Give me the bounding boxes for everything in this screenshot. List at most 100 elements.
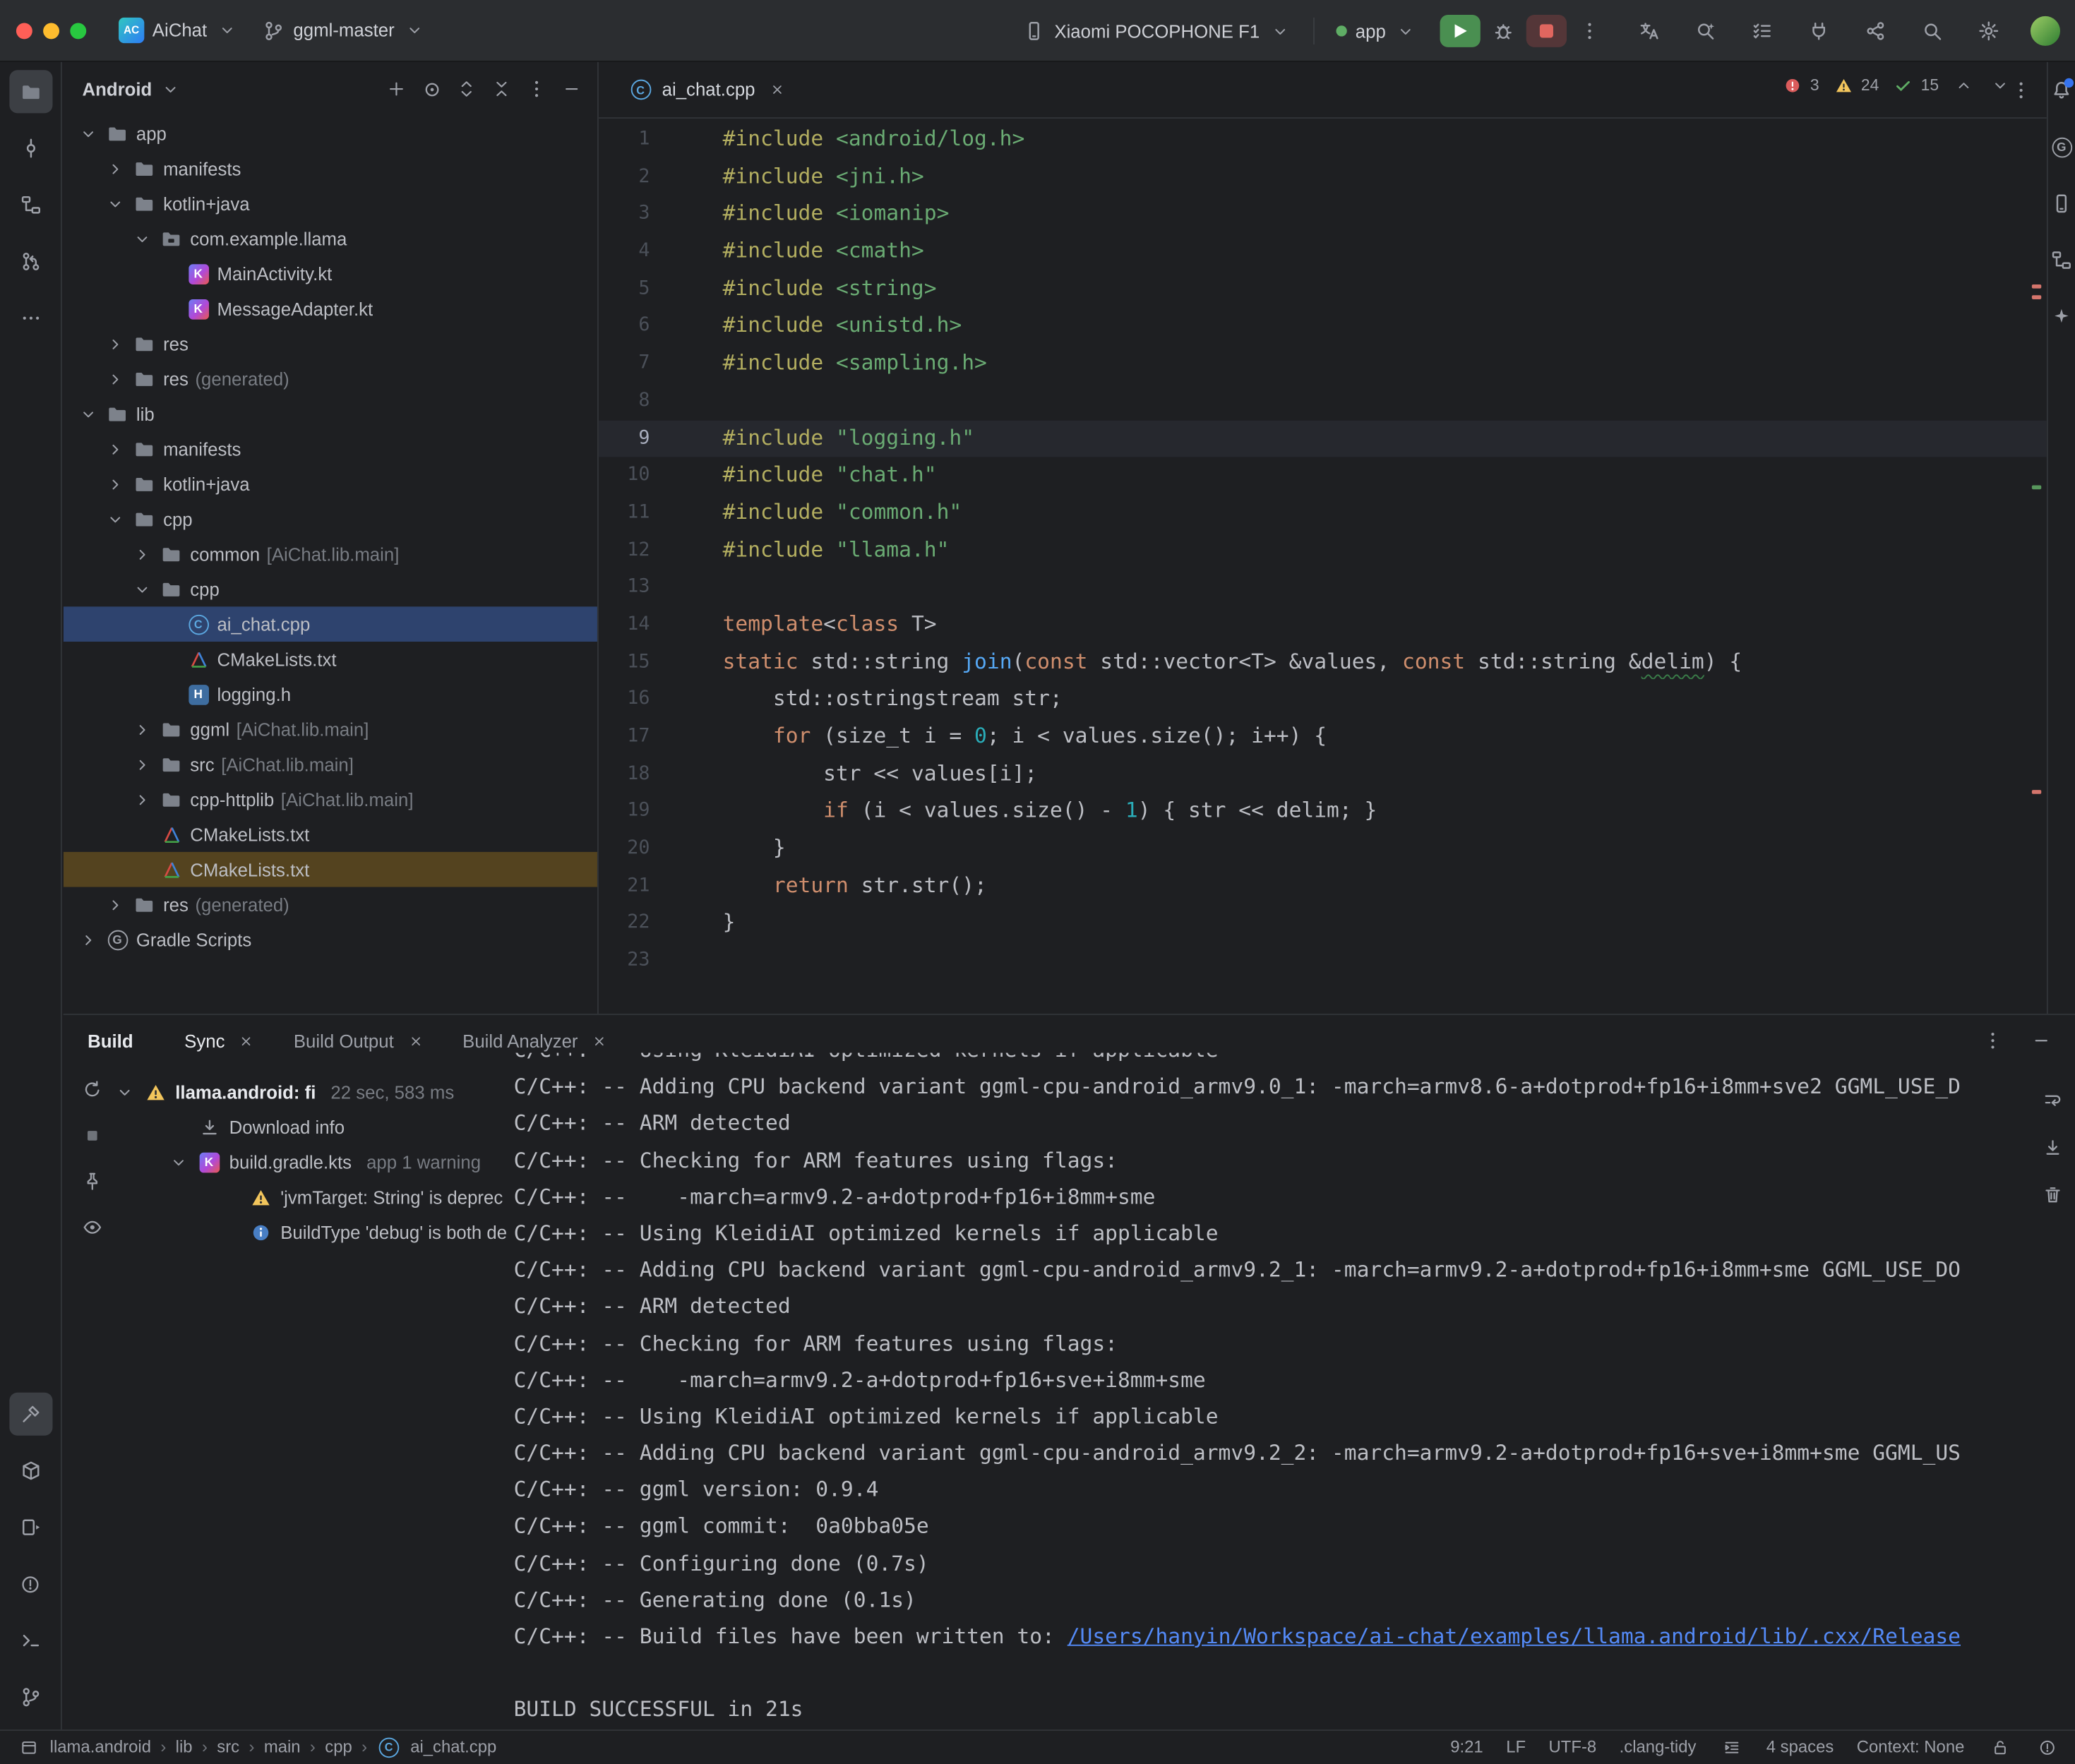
project-tree-item[interactable]: kotlin+java [64,467,597,502]
plugins-icon[interactable] [1802,15,1835,47]
user-avatar-icon[interactable] [2029,15,2062,47]
soft-wrap-icon[interactable] [2038,1085,2067,1115]
project-tree-item[interactable]: GGradle Scripts [64,922,597,957]
sync-tree-item[interactable]: Kbuild.gradle.ktsapp 1 warning [114,1144,510,1180]
pin-tab-icon[interactable] [77,1166,107,1196]
code-line[interactable]: 1#include <android/log.h> [599,121,2047,159]
code-line[interactable]: 18 str << values[i]; [599,756,2047,793]
chevron-right-icon[interactable] [104,438,126,460]
previous-problem-icon[interactable] [1951,73,1975,97]
indent-config-icon[interactable] [1719,1735,1743,1759]
code-line[interactable]: 3#include <iomanip> [599,196,2047,234]
project-tree-item[interactable]: lib [64,396,597,431]
more-run-options-icon[interactable] [1577,19,1601,43]
line-number[interactable]: 7 [599,345,650,383]
line-number[interactable]: 16 [599,681,650,719]
line-number[interactable]: 14 [599,606,650,644]
line-number[interactable]: 3 [599,196,650,234]
build-options-icon[interactable] [1978,1026,2008,1055]
code-line[interactable]: 21 return str.str(); [599,868,2047,905]
caret-position[interactable]: 9:21 [1450,1738,1483,1757]
line-number[interactable]: 19 [599,793,650,831]
clear-all-icon[interactable] [2038,1180,2067,1209]
close-tab-icon[interactable] [587,1028,611,1052]
packages-icon[interactable] [8,1449,52,1492]
code-line[interactable]: 23 [599,942,2047,980]
version-control-icon[interactable] [8,1676,52,1719]
line-number[interactable]: 15 [599,644,650,681]
code-line[interactable]: 4#include <cmath> [599,233,2047,270]
translate-icon[interactable] [1633,15,1666,47]
error-stripe[interactable] [2032,284,2041,289]
code-line[interactable]: 16 std::ostringstream str; [599,681,2047,719]
chevron-down-icon[interactable] [169,1152,189,1172]
device-selector[interactable]: Xiaomi POCOPHONE F1 [1011,13,1303,49]
line-number[interactable]: 13 [599,569,650,606]
line-number[interactable]: 17 [599,719,650,756]
stop-sync-icon[interactable] [77,1120,107,1150]
project-tree-item[interactable]: KMessageAdapter.kt [64,291,597,326]
chevron-right-icon[interactable] [104,473,126,495]
code-line[interactable]: 15static std::string join(const std::vec… [599,644,2047,681]
breadcrumb-item[interactable]: llama.android [50,1738,151,1757]
line-number[interactable]: 5 [599,270,650,308]
build-tab-sync[interactable]: Sync [171,1022,272,1060]
add-icon[interactable] [381,74,411,104]
project-tree-item[interactable]: Cai_chat.cpp [64,606,597,642]
inspections-widget[interactable]: 3 24 15 [1781,73,2011,97]
status-indicator-icon[interactable] [2035,1735,2059,1759]
chevron-right-icon[interactable] [104,157,126,179]
project-tree-item[interactable]: cpp [64,501,597,536]
line-number[interactable]: 2 [599,159,650,196]
more-tool-windows-icon[interactable] [8,296,52,340]
run-button[interactable] [1440,15,1480,47]
close-tab-icon[interactable] [403,1028,427,1052]
running-devices-icon[interactable] [8,1506,52,1549]
change-stripe[interactable] [2032,485,2041,489]
file-encoding[interactable]: UTF-8 [1549,1738,1597,1757]
warnings-summary[interactable]: 24 [1831,73,1879,97]
line-number[interactable]: 11 [599,495,650,532]
chevron-down-icon[interactable] [77,123,99,145]
zoom-window-button[interactable] [70,23,86,39]
vcs-branch-selector[interactable]: ggml-master [250,13,437,48]
chevron-down-icon[interactable] [114,1082,135,1103]
line-number[interactable]: 18 [599,756,650,793]
code-line[interactable]: 6#include <unistd.h> [599,308,2047,345]
commit-icon[interactable] [8,127,52,170]
locate-file-icon[interactable] [417,74,446,104]
code-line[interactable]: 19 if (i < values.size() - 1) { str << d… [599,793,2047,831]
code-line[interactable]: 5#include <string> [599,270,2047,308]
project-view-mode[interactable]: Android [82,79,152,100]
line-separator[interactable]: LF [1506,1738,1526,1757]
run-configuration-selector[interactable]: app [1326,13,1429,49]
passed-summary[interactable]: 15 [1891,73,1939,97]
layout-inspector-icon[interactable] [2050,248,2074,272]
build-console[interactable]: C/C++: -- Using KleidiAI optimized kerne… [514,1052,2029,1724]
code-line[interactable]: 12#include "llama.h" [599,532,2047,569]
minimize-window-button[interactable] [43,23,59,39]
sync-tree-item[interactable]: 'jvmTarget: String' is deprec [114,1180,510,1215]
close-tab-icon[interactable] [234,1028,258,1052]
chevron-down-icon[interactable] [131,228,153,250]
breadcrumb-item[interactable]: src [217,1738,239,1757]
editor-tab-ai_chat-cpp[interactable]: C ai_chat.cpp [612,62,805,118]
project-tree-item[interactable]: KMainActivity.kt [64,256,597,292]
ai-assistant-icon[interactable] [2050,305,2074,329]
error-stripe[interactable] [2032,295,2041,299]
build-icon[interactable] [8,1393,52,1436]
line-number[interactable]: 9 [599,420,650,457]
sync-tree-item[interactable]: Download info [114,1110,510,1145]
editor-options-icon[interactable] [2009,78,2033,102]
structure-icon[interactable] [8,184,52,227]
chevron-down-icon[interactable] [104,508,126,530]
settings-icon[interactable] [1973,15,2005,47]
project-tree-item[interactable]: CMakeLists.txt [64,642,597,677]
close-tab-icon[interactable] [765,78,789,102]
code-line[interactable]: 22} [599,905,2047,942]
chevron-right-icon[interactable] [131,544,153,565]
sync-tree-item[interactable]: BuildType 'debug' is both de [114,1215,510,1250]
inspection-filter-icon[interactable] [77,1212,107,1242]
breadcrumb-item[interactable]: main [264,1738,301,1757]
errors-summary[interactable]: 3 [1781,73,1819,97]
